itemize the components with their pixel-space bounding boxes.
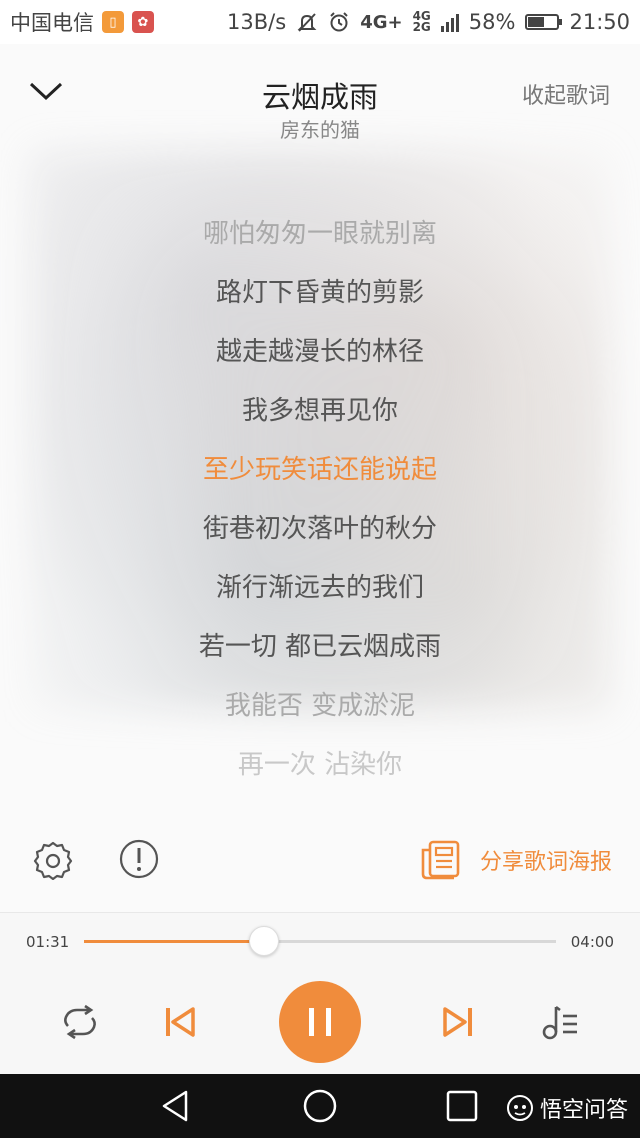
share-poster-label: 分享歌词海报 (479, 850, 612, 875)
lyric-line[interactable]: 再一次 沾染你 (0, 736, 640, 795)
lyric-line[interactable]: 我多想再见你 (0, 382, 640, 441)
pause-button[interactable] (279, 981, 361, 1063)
system-nav-bar: 悟空问答 (0, 1074, 640, 1138)
clock: 21:50 (569, 10, 630, 34)
poster-icon (421, 840, 460, 880)
lyric-line[interactable]: 街巷初次落叶的秋分 (0, 500, 640, 559)
player-header: 云烟成雨 房东的猫 收起歌词 (0, 60, 640, 150)
lyrics-panel[interactable]: 哪怕匆匆一眼就别离 路灯下昏黄的剪影 越走越漫长的林径 我多想再见你 至少玩笑话还能说起… (0, 205, 640, 795)
lyric-line[interactable]: 若一切 都已云烟成雨 (0, 618, 640, 677)
previous-track-icon[interactable] (163, 1006, 197, 1038)
seek-knob[interactable] (248, 926, 279, 956)
next-track-icon[interactable] (441, 1006, 475, 1038)
playback-controls (0, 970, 640, 1074)
battery-fill (528, 17, 544, 27)
lyric-tools: 分享歌词海报 (0, 830, 640, 890)
signal-4g-2g-icon: 4G 2G (412, 10, 431, 34)
back-triangle-icon[interactable] (158, 1088, 194, 1124)
seek-bar-fill (84, 940, 263, 943)
status-bar: 中国电信 ▯ ✿ 13B/s 4G+ 4G 2G 58% 21:50 (0, 0, 640, 44)
fold-lyrics-button[interactable]: 收起歌词 (522, 78, 610, 110)
app-notification-icon: ▯ (102, 11, 124, 33)
report-info-icon[interactable] (118, 838, 160, 880)
watermark: 悟空问答 (506, 1092, 628, 1124)
wukong-logo-icon (506, 1095, 533, 1121)
total-time: 04:00 (570, 933, 614, 951)
lyric-line[interactable]: 路灯下昏黄的剪影 (0, 264, 640, 323)
recents-square-icon[interactable] (444, 1088, 480, 1124)
lyric-line[interactable]: 哪怕匆匆一眼就别离 (0, 205, 640, 264)
home-circle-icon[interactable] (302, 1088, 338, 1124)
signal-2g-label: 2G (412, 20, 431, 34)
network-speed: 13B/s (227, 10, 287, 34)
settings-gear-icon[interactable] (32, 838, 74, 880)
huawei-icon: ✿ (132, 11, 154, 33)
mute-icon (297, 13, 317, 32)
lyric-line-current[interactable]: 至少玩笑话还能说起 (0, 441, 640, 500)
seek-bar[interactable] (84, 926, 556, 956)
playlist-icon[interactable] (540, 1004, 580, 1042)
battery-icon (525, 14, 563, 30)
repeat-icon[interactable] (60, 1004, 100, 1040)
lyric-line[interactable]: 我能否 变成淤泥 (0, 677, 640, 736)
alarm-icon (330, 12, 348, 32)
watermark-text: 悟空问答 (539, 1098, 628, 1123)
share-lyric-poster-button[interactable]: 分享歌词海报 (420, 840, 612, 880)
lyric-line[interactable]: 越走越漫长的林径 (0, 323, 640, 382)
signal-4g-plus-icon: 4G+ (360, 11, 403, 33)
carrier-label: 中国电信 (10, 11, 94, 35)
pause-icon (309, 1008, 331, 1036)
signal-bars-icon (440, 14, 459, 32)
battery-percent: 58% (468, 10, 516, 34)
song-artist[interactable]: 房东的猫 (0, 114, 640, 143)
elapsed-time: 01:31 (26, 933, 70, 951)
lyric-line[interactable]: 渐行渐远去的我们 (0, 559, 640, 618)
progress-area: 01:31 04:00 (0, 912, 640, 972)
